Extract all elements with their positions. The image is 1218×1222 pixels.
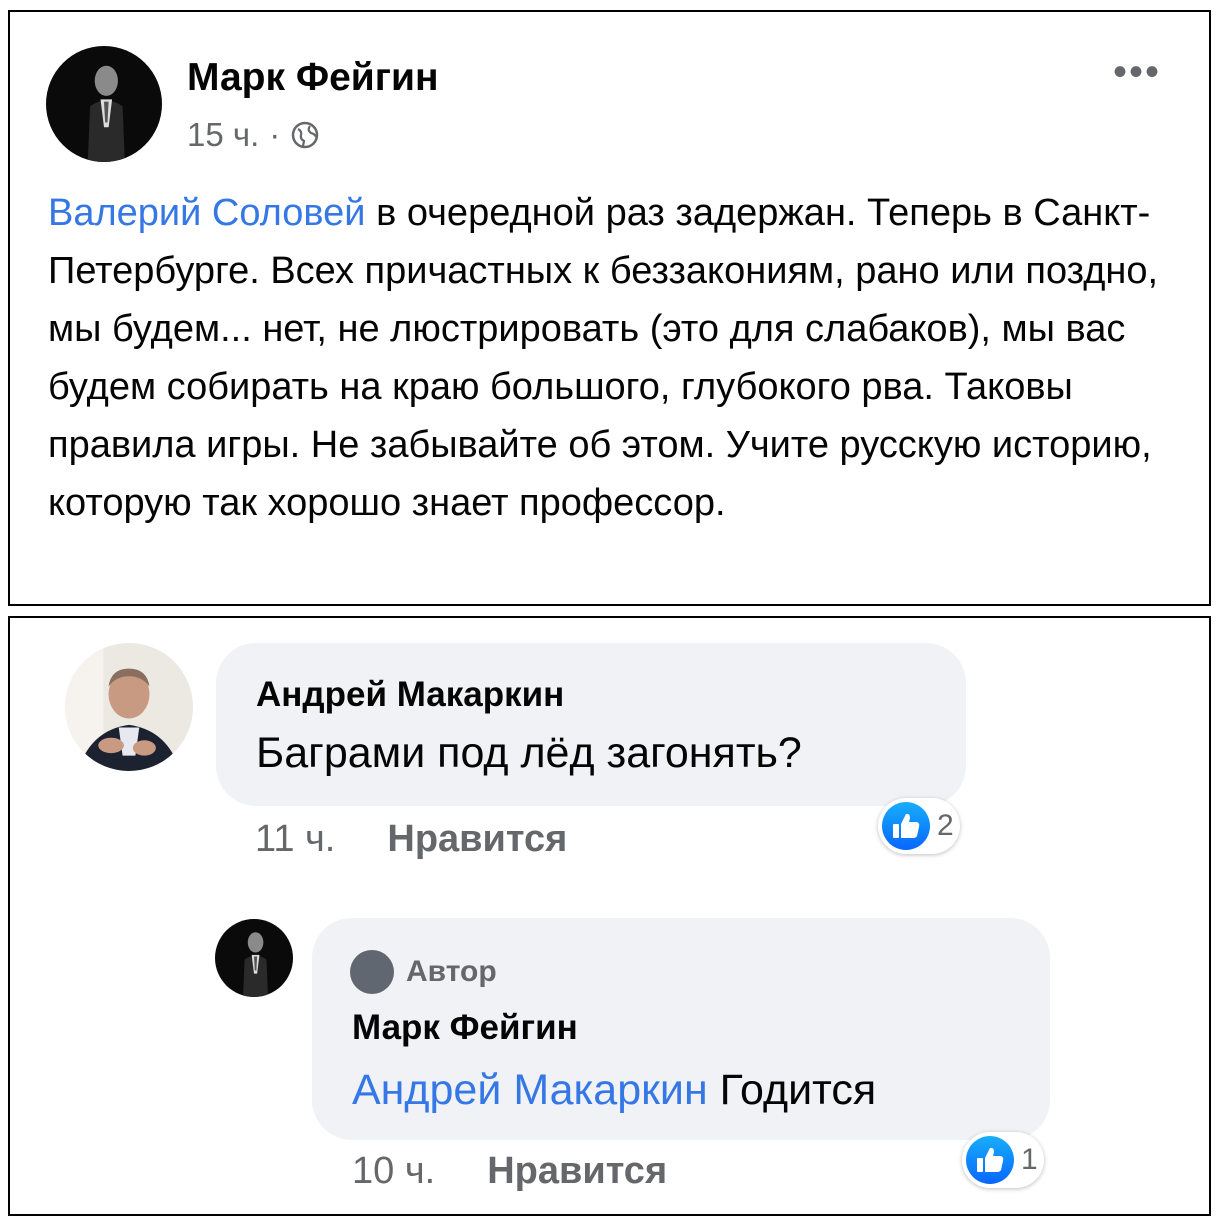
author-badge-label: Автор [406, 955, 497, 988]
comment-actions: 11 ч. Нравится [255, 818, 567, 861]
comment-bubble: Андрей Макаркин Баграми под лёд загонять… [216, 643, 966, 806]
author-badge: Автор [350, 950, 497, 994]
post-meta: 15 ч. · [187, 116, 320, 154]
reply-text: Андрей Макаркин Годится [352, 1066, 876, 1115]
author-badge-icon [350, 950, 394, 994]
meta-separator: · [269, 116, 281, 153]
post-author-name[interactable]: Марк Фейгин [187, 56, 439, 100]
reaction-summary[interactable]: 2 [878, 798, 960, 854]
commenter-avatar[interactable] [65, 643, 193, 771]
reply-author-name[interactable]: Марк Фейгин [352, 1008, 578, 1048]
comment-author-name[interactable]: Андрей Макаркин [256, 675, 564, 715]
post-mention-link[interactable]: Валерий Соловей [48, 192, 366, 234]
globe-icon [290, 120, 320, 150]
post-author-avatar[interactable] [46, 46, 162, 162]
comments-section: Андрей Макаркин Баграми под лёд загонять… [8, 616, 1211, 1216]
reply-author-avatar[interactable] [215, 919, 293, 997]
post-timestamp[interactable]: 15 ч. [187, 116, 259, 154]
like-button[interactable]: Нравится [387, 818, 567, 860]
post-text: в очередной раз задержан. Теперь в Санкт… [48, 192, 1159, 524]
reply-timestamp[interactable]: 10 ч. [352, 1150, 435, 1192]
reply-actions: 10 ч. Нравится [352, 1150, 667, 1193]
like-button[interactable]: Нравится [487, 1150, 667, 1192]
like-reaction-icon [882, 802, 930, 850]
more-options-icon[interactable]: ••• [1113, 52, 1161, 92]
like-reaction-icon [966, 1136, 1014, 1184]
reply-bubble: Автор Марк Фейгин Андрей Макаркин Годитс… [312, 918, 1050, 1140]
reaction-count: 2 [937, 809, 954, 842]
reply-text-body: Годится [707, 1066, 877, 1114]
reaction-count: 1 [1021, 1143, 1038, 1176]
post-card: Марк Фейгин 15 ч. · ••• Валерий Соловей … [8, 10, 1211, 606]
reaction-summary[interactable]: 1 [962, 1132, 1044, 1188]
comment-timestamp[interactable]: 11 ч. [255, 818, 335, 860]
post-body: Валерий Соловей в очередной раз задержан… [48, 184, 1188, 532]
reply-mention-link[interactable]: Андрей Макаркин [352, 1066, 708, 1114]
comment-text: Баграми под лёд загонять? [256, 729, 802, 777]
